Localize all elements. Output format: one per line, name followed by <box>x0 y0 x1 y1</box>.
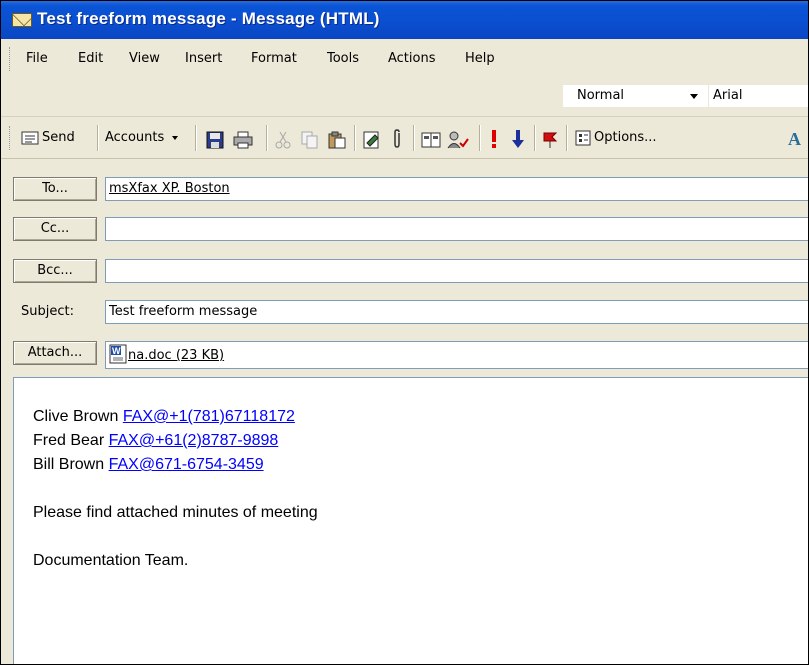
bcc-button[interactable]: Bcc... <box>13 259 97 283</box>
address-book-icon[interactable] <box>421 129 441 151</box>
chevron-down-icon[interactable] <box>690 94 698 99</box>
chevron-down-icon <box>172 135 179 140</box>
window-title: Test freeform message - Message (HTML) <box>37 9 380 28</box>
importance-low-icon[interactable] <box>511 128 525 150</box>
toolbar-grip[interactable] <box>9 126 13 150</box>
cut-icon[interactable] <box>275 129 291 151</box>
attach-button[interactable]: Attach... <box>13 341 97 365</box>
signature-text: Documentation Team. <box>33 552 189 569</box>
send-label: Send <box>42 130 75 145</box>
recipient-name: Clive Brown <box>33 408 119 425</box>
message-window: Test freeform message - Message (HTML) F… <box>0 0 809 665</box>
menu-bar: File Edit View Insert Format Tools Actio… <box>1 39 808 79</box>
toolbar-separator <box>97 125 99 151</box>
message-body[interactable]: Clive Brown FAX@+1(781)67118172 Fred Bea… <box>13 377 808 664</box>
toolbar-separator <box>479 125 481 151</box>
attachment-field[interactable]: W na.doc (23 KB) <box>105 341 808 369</box>
copy-icon[interactable] <box>301 129 319 151</box>
importance-high-icon[interactable] <box>489 128 499 150</box>
style-dropdown[interactable]: Normal <box>563 85 708 107</box>
font-value: Arial <box>713 88 743 103</box>
recipient-line: Bill Brown FAX@671-6754-3459 <box>33 456 264 474</box>
menu-format[interactable]: Format <box>251 51 297 66</box>
options-icon <box>575 130 591 146</box>
to-button[interactable]: To... <box>13 177 97 201</box>
standard-toolbar: Send Accounts Options... A <box>1 116 808 157</box>
title-bar[interactable]: Test freeform message - Message (HTML) <box>1 1 808 39</box>
send-icon <box>21 131 39 145</box>
svg-text:A: A <box>788 129 801 149</box>
check-names-icon[interactable] <box>447 129 469 151</box>
print-icon[interactable] <box>233 129 253 151</box>
signature-icon[interactable] <box>363 129 383 151</box>
to-field[interactable]: msXfax XP. Boston <box>105 177 808 201</box>
font-dropdown[interactable]: Arial <box>709 85 808 107</box>
options-label: Options... <box>594 130 657 145</box>
save-icon[interactable] <box>206 129 224 151</box>
svg-text:W: W <box>112 346 121 356</box>
toolbar-separator <box>534 125 536 151</box>
envelope-icon <box>12 13 32 27</box>
attach-icon[interactable] <box>391 128 403 150</box>
message-header: To... msXfax XP. Boston Cc... Bcc... Sub… <box>1 158 808 377</box>
toolbar-separator <box>566 125 568 151</box>
toolbar-separator <box>266 125 268 151</box>
paste-icon[interactable] <box>327 129 347 151</box>
fax-link[interactable]: FAX@+1(781)67118172 <box>123 408 295 425</box>
message-text: Please find attached minutes of meeting <box>33 504 318 521</box>
toolbar-separator <box>195 125 197 151</box>
accounts-button[interactable]: Accounts <box>105 127 179 149</box>
recipient-line: Fred Bear FAX@+61(2)8787-9898 <box>33 432 278 450</box>
recipient-name: Fred Bear <box>33 432 105 449</box>
menu-file[interactable]: File <box>26 51 48 66</box>
recipient-name: Bill Brown <box>33 456 105 473</box>
format-icon[interactable]: A <box>787 127 807 149</box>
menu-tools[interactable]: Tools <box>327 51 359 66</box>
word-document-icon: W <box>109 344 127 364</box>
toolbar-separator <box>413 125 415 151</box>
cc-field[interactable] <box>105 217 808 241</box>
to-recipient[interactable]: msXfax XP. Boston <box>109 181 230 196</box>
attachment-name[interactable]: na.doc (23 KB) <box>128 345 224 367</box>
fax-link[interactable]: FAX@+61(2)8787-9898 <box>109 432 279 449</box>
menu-grip[interactable] <box>9 47 13 71</box>
menu-help[interactable]: Help <box>465 51 495 66</box>
fax-link[interactable]: FAX@671-6754-3459 <box>109 456 264 473</box>
menu-view[interactable]: View <box>129 51 160 66</box>
cc-button[interactable]: Cc... <box>13 217 97 241</box>
recipient-line: Clive Brown FAX@+1(781)67118172 <box>33 408 295 426</box>
toolbar-separator <box>354 125 356 151</box>
style-value: Normal <box>577 88 625 103</box>
menu-edit[interactable]: Edit <box>78 51 103 66</box>
subject-label: Subject: <box>21 304 74 319</box>
bcc-field[interactable] <box>105 259 808 283</box>
menu-actions[interactable]: Actions <box>388 51 436 66</box>
accounts-label: Accounts <box>105 130 165 145</box>
menu-insert[interactable]: Insert <box>185 51 222 66</box>
subject-field[interactable]: Test freeform message <box>105 300 808 324</box>
follow-up-flag-icon[interactable] <box>542 129 558 151</box>
